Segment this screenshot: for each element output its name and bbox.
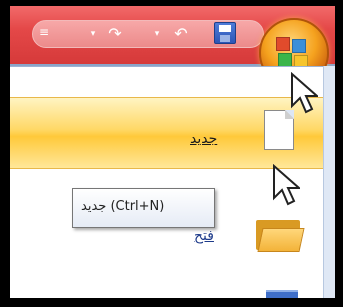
menu-item-open-label[interactable]: فتح xyxy=(194,228,214,244)
undo-dropdown-button[interactable]: ▾ xyxy=(152,24,162,44)
save-icon[interactable] xyxy=(214,22,236,44)
mouse-cursor-icon xyxy=(273,164,300,206)
open-folder-icon[interactable] xyxy=(256,216,305,252)
undo-icon[interactable]: ↶ xyxy=(170,23,192,45)
tooltip-text: جديد (Ctrl+N) xyxy=(81,199,165,214)
menu-right-strip xyxy=(323,66,335,298)
customize-toolbar-button[interactable]: ≡ xyxy=(36,22,52,42)
tooltip: جديد (Ctrl+N) xyxy=(72,188,215,228)
redo-icon[interactable]: ↷ xyxy=(104,23,126,45)
menu-item-new-label[interactable]: جديد xyxy=(190,131,217,147)
redo-dropdown-button[interactable]: ▾ xyxy=(88,24,98,44)
menu-item-next-icon[interactable] xyxy=(266,290,298,298)
mouse-cursor-icon xyxy=(291,72,318,114)
office-window: ≡ ▾ ↷ ▾ ↶ جديد فتح جديد (Ctrl+N) xyxy=(10,6,335,298)
new-document-icon[interactable] xyxy=(264,110,294,150)
